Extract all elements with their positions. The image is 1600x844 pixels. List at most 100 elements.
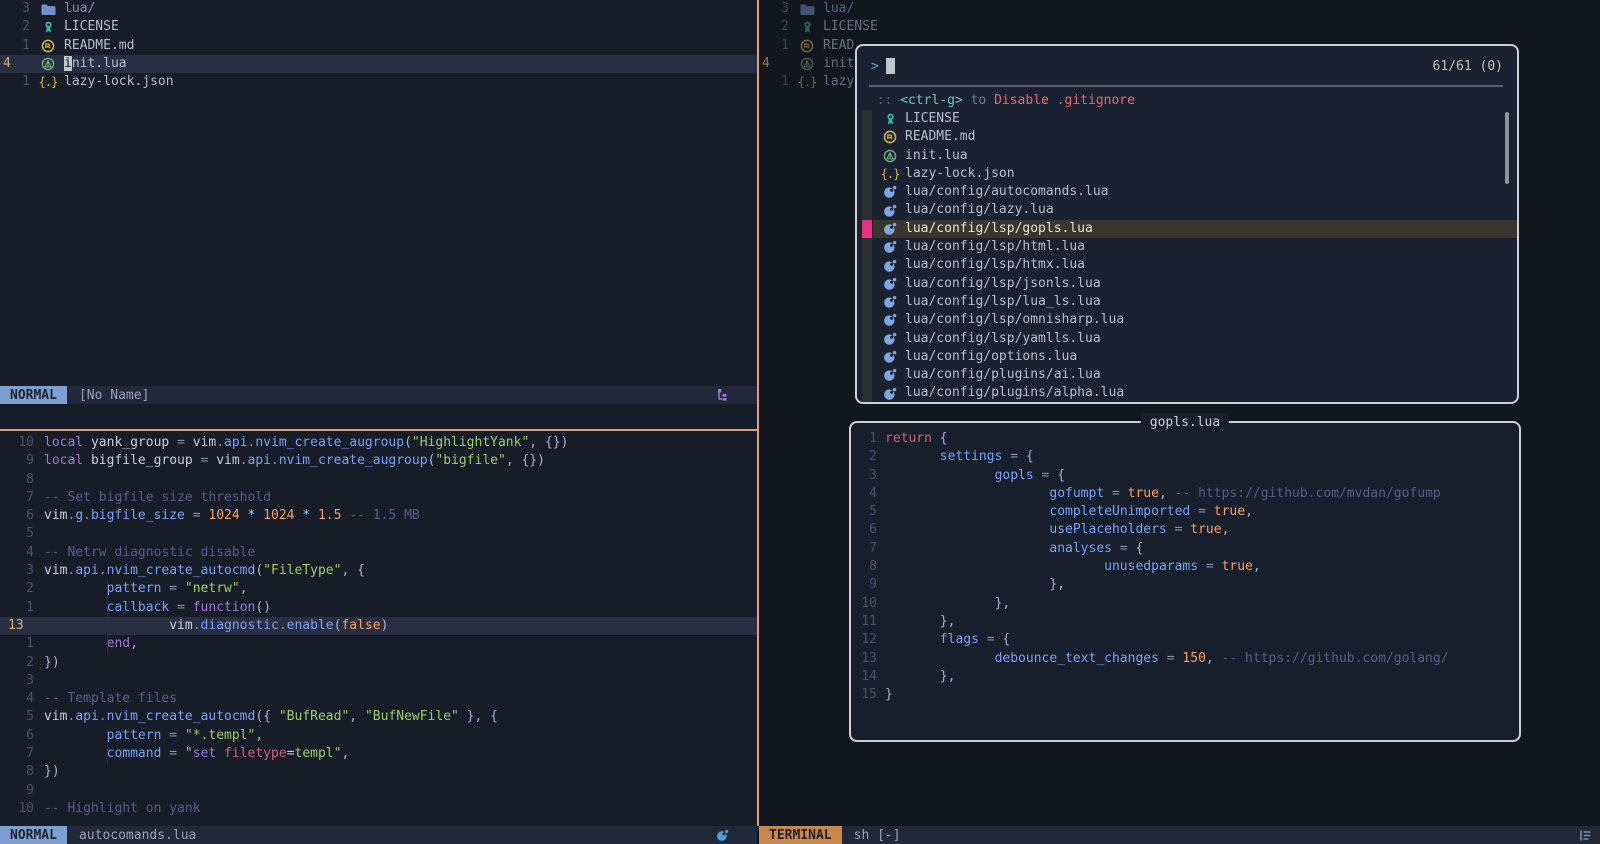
line-number: 6 — [0, 727, 34, 745]
code-line[interactable]: 10 }, — [851, 595, 1519, 613]
file-path: lua/config/lazy.lua — [905, 201, 1054, 219]
code-line[interactable]: 7-- Set bigfile size threshold — [0, 489, 757, 507]
code-line[interactable]: 8 — [0, 471, 757, 489]
picker-item[interactable]: lua/config/plugins/alpha.lua — [873, 384, 1517, 402]
code-line[interactable]: 9local bigfile_group = vim.api.nvim_crea… — [0, 452, 757, 470]
picker-item[interactable]: lua/config/lsp/html.lua — [873, 238, 1517, 256]
picker-item[interactable]: LICENSE — [873, 110, 1517, 128]
picker-header: :: <ctrl-g> to Disable .gitignore — [861, 92, 1135, 110]
code-line[interactable]: 6 usePlaceholders = true, — [851, 521, 1519, 539]
line-number: 1 — [0, 599, 34, 617]
code-line[interactable]: 5 completeUnimported = true, — [851, 503, 1519, 521]
picker-item[interactable]: lua/config/options.lua — [873, 348, 1517, 366]
lua-icon — [881, 350, 899, 364]
code-line[interactable]: 5vim.api.nvim_create_autocmd({ "BufRead"… — [0, 708, 757, 726]
window-separator-vertical[interactable] — [757, 0, 759, 826]
line-number: 13 — [0, 617, 34, 635]
line-number: 8 — [0, 763, 34, 781]
picker-item[interactable]: lua/config/lsp/jsonls.lua — [873, 275, 1517, 293]
left-pane: 3lua/2LICENSE1README.md4init.lua1{.}lazy… — [0, 0, 757, 844]
code-line[interactable]: 4 gofumpt = true, -- https://github.com/… — [851, 485, 1519, 503]
file-row[interactable]: 3lua/ — [0, 0, 757, 18]
code-text: completeUnimported = true, — [877, 504, 1253, 519]
picker-item[interactable]: lua/config/lsp/lua_ls.lua — [873, 293, 1517, 311]
code-line[interactable]: 2}) — [0, 654, 757, 672]
picker-item[interactable]: lua/config/lsp/gopls.lua — [873, 220, 1517, 238]
preview-code: 1return {2 settings = {3 gopls = {4 gofu… — [851, 430, 1519, 704]
code-line[interactable]: 13 vim.diagnostic.enable(false) — [0, 617, 757, 635]
code-line[interactable]: 14 }, — [851, 668, 1519, 686]
file-row[interactable]: 2LICENSE — [759, 18, 1600, 36]
code-text: vim.api.nvim_create_autocmd("FileType", … — [34, 563, 365, 578]
file-row[interactable]: 1{.}lazy-lock.json — [0, 73, 757, 91]
file-path: lua/config/options.lua — [905, 348, 1077, 366]
file-path: init.lua — [905, 147, 968, 165]
code-line[interactable]: 8}) — [0, 763, 757, 781]
code-text — [34, 526, 44, 541]
code-line[interactable]: 9 }, — [851, 576, 1519, 594]
picker-item[interactable]: lua/config/lazy.lua — [873, 201, 1517, 219]
line-number: 12 — [851, 631, 877, 649]
code-line[interactable]: 3 gopls = { — [851, 467, 1519, 485]
code-line[interactable]: 1return { — [851, 430, 1519, 448]
picker-item[interactable]: README.md — [873, 128, 1517, 146]
code-line[interactable]: 7 analyses = { — [851, 540, 1519, 558]
lua-icon — [881, 313, 899, 327]
file-row[interactable]: 2LICENSE — [0, 18, 757, 36]
picker-item[interactable]: lua/config/autocomands.lua — [873, 183, 1517, 201]
code-line[interactable]: 2 settings = { — [851, 448, 1519, 466]
code-line[interactable]: 9 — [0, 782, 757, 800]
init-icon — [881, 149, 899, 163]
picker-item[interactable]: lua/config/plugins/ai.lua — [873, 366, 1517, 384]
code-line[interactable]: 1 callback = function() — [0, 599, 757, 617]
code-line[interactable]: 10local yank_group = vim.api.nvim_create… — [0, 434, 757, 452]
file-path: lua/config/lsp/html.lua — [905, 238, 1085, 256]
file-path: lua/config/lsp/jsonls.lua — [905, 275, 1101, 293]
file-row[interactable]: 4init.lua — [0, 55, 757, 73]
code-line[interactable]: 8 unusedparams = true, — [851, 558, 1519, 576]
picker-item[interactable]: lua/config/lsp/omnisharp.lua — [873, 311, 1517, 329]
file-row[interactable]: 1README.md — [0, 37, 757, 55]
neovim-screen: 3lua/2LICENSE1README.md4init.lua1{.}lazy… — [0, 0, 1600, 844]
code-line[interactable]: 11 }, — [851, 613, 1519, 631]
code-line[interactable]: 7 command = "set filetype=templ", — [0, 745, 757, 763]
code-line[interactable]: 4-- Netrw diagnostic disable — [0, 544, 757, 562]
line-number: 9 — [0, 452, 34, 470]
code-line[interactable]: 3 — [0, 672, 757, 690]
picker-item[interactable]: lua/config/lsp/htmx.lua — [873, 256, 1517, 274]
picker-item[interactable]: lua/config/lsp/yamlls.lua — [873, 330, 1517, 348]
code-line[interactable]: 6 pattern = "*.templ", — [0, 727, 757, 745]
line-number: 1 — [0, 37, 30, 55]
code-editor[interactable]: 10local yank_group = vim.api.nvim_create… — [0, 431, 757, 826]
code-line[interactable]: 3vim.api.nvim_create_autocmd("FileType",… — [0, 562, 757, 580]
picker-item[interactable]: init.lua — [873, 147, 1517, 165]
code-line[interactable]: 10-- Highlight on yank — [0, 800, 757, 818]
lua-icon — [881, 240, 899, 254]
license-icon — [38, 20, 58, 34]
line-number: 13 — [851, 650, 877, 668]
line-number: 3 — [0, 0, 30, 18]
code-line[interactable]: 15} — [851, 686, 1519, 704]
code-line[interactable]: 6vim.g.bigfile_size = 1024 * 1024 * 1.5 … — [0, 507, 757, 525]
line-number: 1 — [759, 37, 789, 55]
line-number: 9 — [851, 576, 877, 594]
line-number: 10 — [0, 800, 34, 818]
picker-scrollbar[interactable] — [1505, 112, 1509, 184]
code-text: analyses = { — [877, 541, 1143, 556]
code-line[interactable]: 13 debounce_text_changes = 150, -- https… — [851, 650, 1519, 668]
line-number: 8 — [0, 471, 34, 489]
code-line[interactable]: 2 pattern = "netrw", — [0, 580, 757, 598]
code-line[interactable]: 5 — [0, 525, 757, 543]
picker-results: LICENSEREADME.mdinit.lua{.}lazy-lock.jso… — [857, 110, 1517, 403]
code-line[interactable]: 12 flags = { — [851, 631, 1519, 649]
code-line[interactable]: 4-- Template files — [0, 690, 757, 708]
fzf-prompt[interactable]: > 61/61 (0) — [857, 54, 1517, 78]
picker-item[interactable]: {.}lazy-lock.json — [873, 165, 1517, 183]
code-text: pattern = "netrw", — [34, 581, 248, 596]
code-text: local bigfile_group = vim.api.nvim_creat… — [34, 453, 545, 468]
line-number: 3 — [851, 467, 877, 485]
line-number: 4 — [0, 55, 30, 73]
code-line[interactable]: 1 end, — [0, 635, 757, 653]
file-row[interactable]: 3lua/ — [759, 0, 1600, 18]
code-text: command = "set filetype=templ", — [34, 746, 349, 761]
